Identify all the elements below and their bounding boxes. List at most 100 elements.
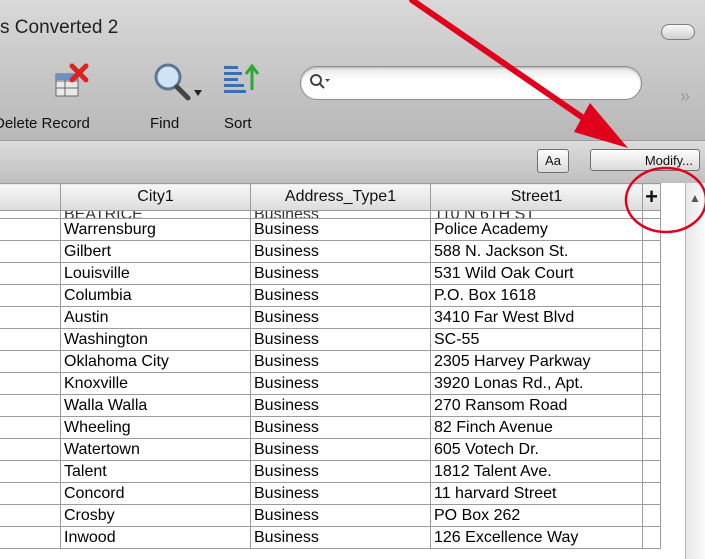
- cell-street[interactable]: 531 Wild Oak Court: [430, 262, 643, 285]
- add-column-button[interactable]: +: [642, 183, 661, 211]
- cell-previous[interactable]: [0, 438, 61, 461]
- column-header-address-type1[interactable]: Address_Type1: [250, 183, 431, 211]
- table-row[interactable]: Knoxville Business 3920 Lonas Rd., Apt.: [0, 372, 661, 395]
- cell-city[interactable]: Austin: [60, 306, 251, 329]
- cell-address-type[interactable]: Business: [250, 240, 431, 263]
- cell-street[interactable]: 3920 Lonas Rd., Apt.: [430, 372, 643, 395]
- cell-city[interactable]: Wheeling: [60, 416, 251, 439]
- cell-city[interactable]: Washington: [60, 328, 251, 351]
- cell-address-type[interactable]: Business: [250, 482, 431, 505]
- cell-address-type[interactable]: Business: [250, 218, 431, 241]
- cell-street[interactable]: 605 Votech Dr.: [430, 438, 643, 461]
- cell-previous[interactable]: [0, 284, 61, 307]
- cell-city[interactable]: Knoxville: [60, 372, 251, 395]
- cell-city[interactable]: Walla Walla: [60, 394, 251, 417]
- cell-previous[interactable]: [0, 482, 61, 505]
- cell-city[interactable]: BEATRICE: [60, 210, 251, 219]
- table-row[interactable]: Watertown Business 605 Votech Dr.: [0, 438, 661, 461]
- cell-previous[interactable]: [0, 460, 61, 483]
- cell-city[interactable]: Louisville: [60, 262, 251, 285]
- cell-address-type[interactable]: Business: [250, 372, 431, 395]
- table-row[interactable]: Wheeling Business 82 Finch Avenue: [0, 416, 661, 439]
- cell-city[interactable]: Talent: [60, 460, 251, 483]
- cell-address-type[interactable]: Business: [250, 416, 431, 439]
- window-toolbar: s Converted 2 Delete Record Find Sort »: [0, 0, 705, 140]
- cell-spacer: [642, 460, 661, 483]
- cell-address-type[interactable]: Business: [250, 394, 431, 417]
- cell-address-type[interactable]: Business: [250, 438, 431, 461]
- cell-previous[interactable]: [0, 526, 61, 549]
- table-row[interactable]: Oklahoma City Business 2305 Harvey Parkway: [0, 350, 661, 373]
- cell-street[interactable]: 2305 Harvey Parkway: [430, 350, 643, 373]
- cell-street[interactable]: Police Academy: [430, 218, 643, 241]
- cell-previous[interactable]: [0, 504, 61, 527]
- table-row[interactable]: Gilbert Business 588 N. Jackson St.: [0, 240, 661, 263]
- cell-city[interactable]: Concord: [60, 482, 251, 505]
- cell-previous[interactable]: [0, 372, 61, 395]
- cell-address-type[interactable]: Business: [250, 306, 431, 329]
- table-row[interactable]: Washington Business SC-55: [0, 328, 661, 351]
- table-row[interactable]: Inwood Business 126 Excellence Way: [0, 526, 661, 549]
- cell-spacer: [642, 306, 661, 329]
- cell-previous[interactable]: [0, 328, 61, 351]
- cell-city[interactable]: Gilbert: [60, 240, 251, 263]
- table-row[interactable]: eWarrensburgBusinessPolice Academy: [0, 218, 661, 241]
- table-row[interactable]: Louisville Business 531 Wild Oak Court: [0, 262, 661, 285]
- cell-city[interactable]: Warrensburg: [60, 218, 251, 241]
- cell-street[interactable]: 11 harvard Street: [430, 482, 643, 505]
- search-icon: [310, 74, 330, 89]
- cell-address-type[interactable]: Business: [250, 210, 431, 219]
- cell-previous[interactable]: [0, 262, 61, 285]
- cell-street[interactable]: 270 Ransom Road: [430, 394, 643, 417]
- cell-spacer: [642, 438, 661, 461]
- vertical-scrollbar[interactable]: ▲: [685, 183, 705, 559]
- cell-previous[interactable]: [0, 350, 61, 373]
- column-header-previous[interactable]: [0, 183, 61, 211]
- cell-address-type[interactable]: Business: [250, 328, 431, 351]
- scroll-up-arrow-icon[interactable]: ▲: [689, 191, 701, 205]
- cell-city[interactable]: Watertown: [60, 438, 251, 461]
- cell-street[interactable]: 110 N 6TH ST: [430, 210, 643, 219]
- cell-city[interactable]: Oklahoma City: [60, 350, 251, 373]
- table-row[interactable]: BEATRICE Business 110 N 6TH ST: [0, 210, 661, 219]
- column-header-city1[interactable]: City1: [60, 183, 251, 211]
- table-row[interactable]: Columbia Business P.O. Box 1618: [0, 284, 661, 307]
- cell-address-type[interactable]: Business: [250, 262, 431, 285]
- cell-city[interactable]: Crosby: [60, 504, 251, 527]
- cell-street[interactable]: 588 N. Jackson St.: [430, 240, 643, 263]
- table-row[interactable]: Walla Walla Business 270 Ransom Road: [0, 394, 661, 417]
- cell-street[interactable]: 82 Finch Avenue: [430, 416, 643, 439]
- cell-street[interactable]: 3410 Far West Blvd: [430, 306, 643, 329]
- table-row[interactable]: Concord Business 11 harvard Street: [0, 482, 661, 505]
- cell-address-type[interactable]: Business: [250, 284, 431, 307]
- cell-street[interactable]: PO Box 262: [430, 504, 643, 527]
- cell-previous[interactable]: [0, 306, 61, 329]
- column-header-street1[interactable]: Street1: [430, 183, 643, 211]
- cell-previous[interactable]: [0, 210, 61, 219]
- cell-previous[interactable]: e: [0, 218, 61, 241]
- text-format-button[interactable]: Aa: [537, 149, 569, 173]
- cell-street[interactable]: P.O. Box 1618: [430, 284, 643, 307]
- cell-address-type[interactable]: Business: [250, 526, 431, 549]
- search-field[interactable]: [300, 66, 642, 100]
- cell-city[interactable]: Inwood: [60, 526, 251, 549]
- cell-previous[interactable]: [0, 394, 61, 417]
- modify-button[interactable]: Modify...: [590, 149, 700, 171]
- search-input[interactable]: [331, 71, 630, 95]
- cell-spacer: [642, 218, 661, 241]
- cell-address-type[interactable]: Business: [250, 504, 431, 527]
- cell-previous[interactable]: [0, 416, 61, 439]
- toolbar-overflow-button[interactable]: »: [680, 86, 690, 107]
- cell-previous[interactable]: [0, 240, 61, 263]
- cell-address-type[interactable]: Business: [250, 460, 431, 483]
- cell-street[interactable]: SC-55: [430, 328, 643, 351]
- toolbar-toggle-button[interactable]: [661, 24, 695, 40]
- table-row[interactable]: Crosby Business PO Box 262: [0, 504, 661, 527]
- cell-address-type[interactable]: Business: [250, 350, 431, 373]
- cell-street[interactable]: 1812 Talent Ave.: [430, 460, 643, 483]
- cell-street[interactable]: 126 Excellence Way: [430, 526, 643, 549]
- table-row[interactable]: Austin Business 3410 Far West Blvd: [0, 306, 661, 329]
- table-row[interactable]: Talent Business 1812 Talent Ave.: [0, 460, 661, 483]
- magnifier-icon: [154, 63, 202, 101]
- cell-city[interactable]: Columbia: [60, 284, 251, 307]
